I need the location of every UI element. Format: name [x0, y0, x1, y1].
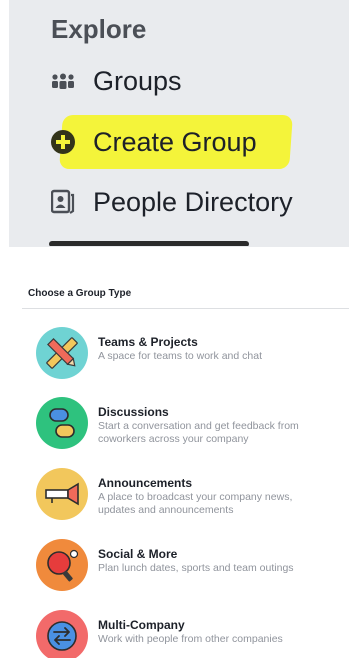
- panel-title: Choose a Group Type: [28, 288, 132, 299]
- group-type-title: Discussions: [98, 405, 169, 419]
- sidebar-item-create-group[interactable]: Create Group: [49, 120, 257, 164]
- directory-icon: [49, 188, 77, 216]
- groups-icon: [49, 67, 77, 95]
- group-type-description: Plan lunch dates, sports and team outing…: [98, 562, 294, 574]
- sidebar-item-label: Groups: [93, 65, 182, 96]
- group-type-teams-projects[interactable]: Teams & Projects A space for teams to wo…: [36, 327, 336, 383]
- group-type-title: Multi-Company: [98, 618, 185, 632]
- group-type-description: Work with people from other companies: [98, 633, 283, 645]
- pencil-ruler-icon: [36, 327, 88, 379]
- explore-heading: Explore: [51, 14, 147, 44]
- group-type-discussions[interactable]: Discussions Start a conversation and get…: [36, 397, 336, 453]
- group-type-description: A space for teams to work and chat: [98, 350, 263, 362]
- group-type-title: Social & More: [98, 547, 178, 561]
- divider: [22, 308, 349, 309]
- cropped-sidebar-item: [49, 232, 249, 246]
- megaphone-icon: [36, 468, 88, 520]
- group-type-title: Announcements: [98, 476, 193, 490]
- ping-pong-icon: [36, 539, 88, 591]
- sidebar-item-label: People Directory: [93, 186, 293, 217]
- group-type-multi-company[interactable]: Multi-Company Work with people from othe…: [36, 610, 336, 658]
- plus-circle-icon: [49, 128, 77, 156]
- sidebar-item-label: Create Group: [93, 126, 257, 157]
- group-type-social-more[interactable]: Social & More Plan lunch dates, sports a…: [36, 539, 336, 595]
- speech-bubbles-icon: [36, 397, 88, 449]
- exchange-arrows-icon: [36, 610, 88, 658]
- sidebar-item-groups[interactable]: Groups: [49, 59, 182, 103]
- group-type-description: Start a conversation and get feedback fr…: [98, 420, 299, 445]
- group-type-description: A place to broadcast your company news, …: [98, 491, 293, 516]
- sidebar-item-people-directory[interactable]: People Directory: [49, 180, 293, 224]
- group-type-title: Teams & Projects: [98, 335, 198, 349]
- group-type-announcements[interactable]: Announcements A place to broadcast your …: [36, 468, 336, 524]
- explore-sidebar: Explore Groups Create Group People Direc…: [9, 0, 349, 247]
